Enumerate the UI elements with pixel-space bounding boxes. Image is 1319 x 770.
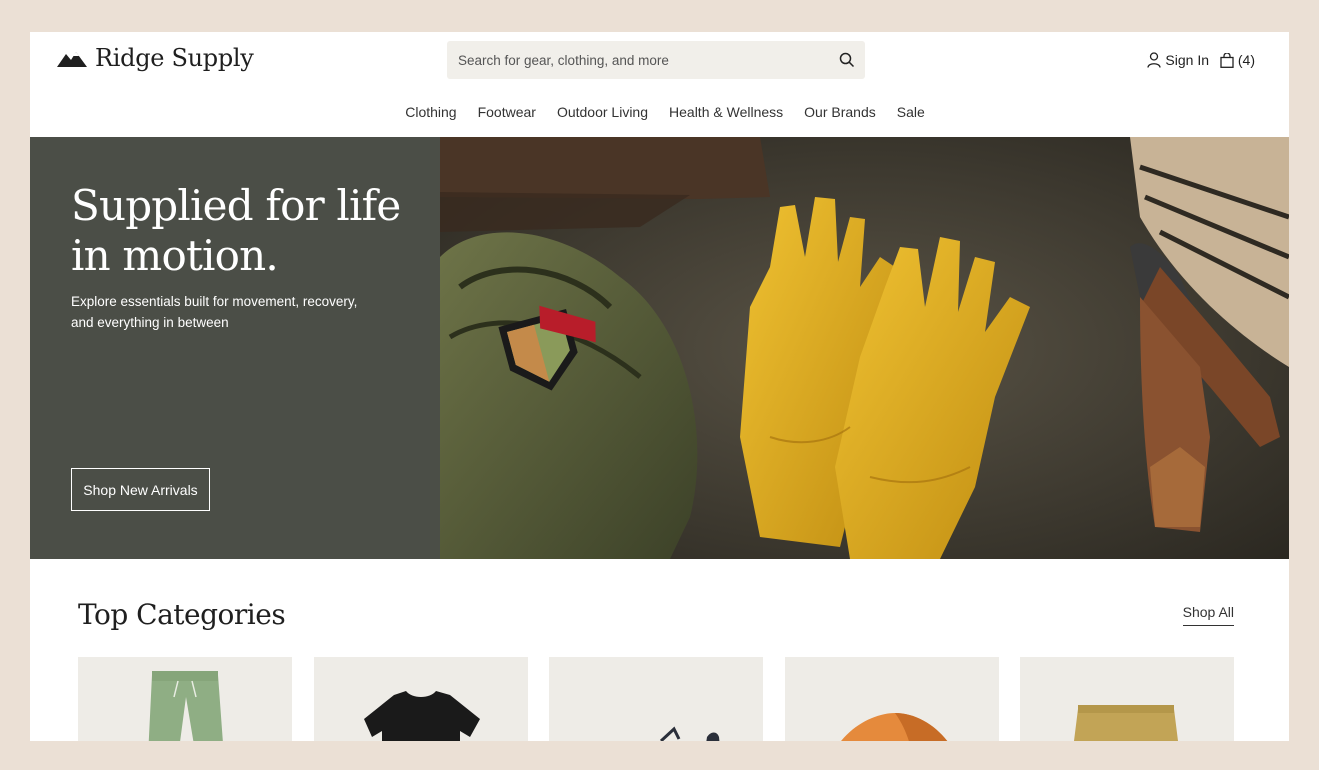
search-icon[interactable]	[839, 52, 855, 68]
tshirt-image	[363, 691, 480, 741]
page: Ridge Supply Sign In (4) Clothing	[30, 32, 1289, 741]
joggers-image	[148, 671, 223, 741]
nav-item-footwear[interactable]: Footwear	[478, 104, 536, 120]
logo[interactable]: Ridge Supply	[57, 44, 254, 72]
shorts-image	[1074, 705, 1178, 741]
category-card-shorts[interactable]	[1020, 657, 1234, 741]
nav-item-outdoor-living[interactable]: Outdoor Living	[557, 104, 648, 120]
main-nav: Clothing Footwear Outdoor Living Health …	[30, 104, 1289, 120]
hero-photo-illustration	[440, 137, 1289, 559]
nav-item-health-wellness[interactable]: Health & Wellness	[669, 104, 783, 120]
user-icon	[1147, 52, 1162, 68]
category-card-joggers[interactable]	[78, 657, 292, 741]
shopping-bag-icon	[1220, 52, 1234, 68]
hero-image	[440, 137, 1289, 559]
hero-panel: Supplied for life in motion. Explore ess…	[30, 137, 440, 559]
hero-title: Supplied for life in motion.	[71, 181, 401, 280]
nav-item-clothing[interactable]: Clothing	[405, 104, 456, 120]
category-card-footwear[interactable]	[549, 657, 763, 741]
category-card-tshirt[interactable]	[313, 657, 528, 741]
mountain-logo-icon	[57, 52, 87, 67]
category-grid	[78, 657, 1234, 741]
nav-item-our-brands[interactable]: Our Brands	[804, 104, 876, 120]
top-categories-title: Top Categories	[78, 598, 286, 631]
category-card-tent[interactable]	[784, 657, 999, 741]
logo-text: Ridge Supply	[95, 44, 254, 72]
shop-new-arrivals-button[interactable]: Shop New Arrivals	[71, 468, 210, 511]
nav-item-sale[interactable]: Sale	[897, 104, 925, 120]
search-bar	[447, 41, 865, 79]
hero-subtitle: Explore essentials built for movement, r…	[71, 294, 358, 330]
site-header: Ridge Supply Sign In (4) Clothing	[30, 32, 1289, 137]
tent-image	[840, 713, 947, 741]
shop-all-link[interactable]: Shop All	[1182, 604, 1234, 626]
search-input[interactable]	[447, 41, 827, 79]
cart-count: (4)	[1237, 52, 1255, 68]
sign-in-label: Sign In	[1165, 52, 1209, 68]
sign-in-link[interactable]: Sign In	[1147, 52, 1209, 68]
cart-button[interactable]: (4)	[1220, 52, 1255, 68]
shoe-image	[659, 726, 720, 741]
